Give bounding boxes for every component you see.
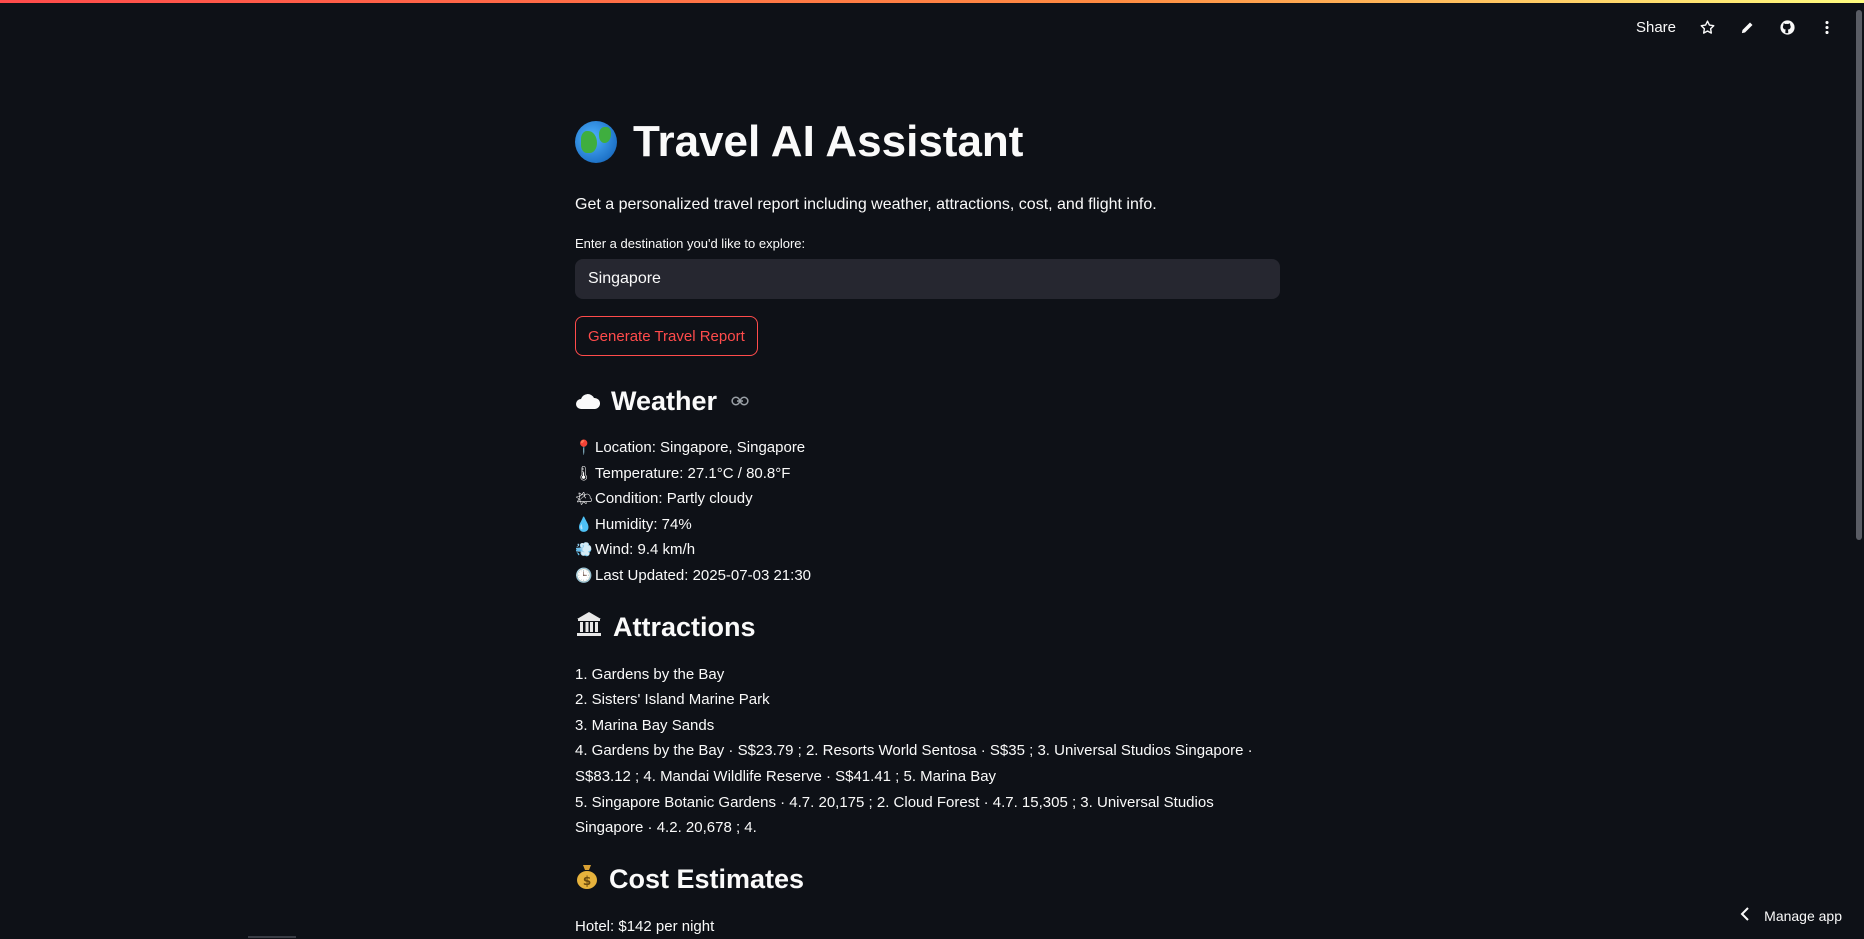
money-bag-icon: $: [575, 863, 599, 896]
share-button[interactable]: Share: [1636, 19, 1676, 36]
attractions-section: Attractions 1. Gardens by the Bay 2. Sis…: [575, 611, 1280, 841]
weather-temperature: 🌡Temperature: 27.1°C / 80.8°F: [575, 461, 1280, 487]
attractions-heading-text: Attractions: [613, 612, 756, 643]
manage-app-button[interactable]: Manage app: [1740, 907, 1842, 924]
destination-input[interactable]: [575, 259, 1280, 299]
attraction-item: 4. Gardens by the Bay · S$23.79 ; 2. Res…: [575, 738, 1280, 789]
clock-icon: 🕒: [575, 563, 591, 589]
destination-label: Enter a destination you'd like to explor…: [575, 236, 1280, 251]
museum-icon: [575, 611, 603, 644]
weather-humidity: 💧Humidity: 74%: [575, 512, 1280, 538]
weather-condition: 🌤Condition: Partly cloudy: [575, 486, 1280, 512]
pencil-icon[interactable]: [1738, 18, 1756, 36]
weather-wind: 💨Wind: 9.4 km/h: [575, 537, 1280, 563]
anchor-link-icon[interactable]: [731, 391, 749, 412]
hotel-cost: Hotel: $142 per night: [575, 914, 1280, 939]
cost-heading-text: Cost Estimates: [609, 864, 804, 895]
attraction-item: 5. Singapore Botanic Gardens · 4.7. 20,1…: [575, 790, 1280, 841]
weather-section: Weather 📍Location: Singapore, Singapore …: [575, 386, 1280, 589]
cost-section: $ Cost Estimates Hotel: $142 per night: [575, 863, 1280, 939]
attraction-item: 2. Sisters' Island Marine Park: [575, 687, 1280, 713]
chevron-left-icon: [1740, 907, 1750, 924]
globe-icon: [575, 121, 617, 163]
page-title-text: Travel AI Assistant: [633, 117, 1023, 167]
weather-updated: 🕒Last Updated: 2025-07-03 21:30: [575, 563, 1280, 589]
sun-cloud-icon: 🌤: [575, 486, 591, 512]
top-decoration-bar: [0, 0, 1864, 3]
wind-icon: 💨: [575, 537, 591, 563]
app-toolbar: Share: [1636, 18, 1836, 36]
weather-location: 📍Location: Singapore, Singapore: [575, 435, 1280, 461]
droplet-icon: 💧: [575, 512, 591, 538]
weather-heading: Weather: [575, 386, 1280, 417]
more-vert-icon[interactable]: [1818, 18, 1836, 36]
thermometer-icon: 🌡: [575, 461, 591, 487]
manage-app-label: Manage app: [1764, 908, 1842, 924]
page-scrollbar[interactable]: [1856, 10, 1862, 540]
cost-heading: $ Cost Estimates: [575, 863, 1280, 896]
svg-text:$: $: [583, 874, 591, 888]
attraction-item: 3. Marina Bay Sands: [575, 713, 1280, 739]
generate-report-button[interactable]: Generate Travel Report: [575, 316, 758, 356]
attraction-item: 1. Gardens by the Bay: [575, 662, 1280, 688]
main-content: Travel AI Assistant Get a personalized t…: [575, 110, 1280, 939]
page-subtitle: Get a personalized travel report includi…: [575, 196, 1280, 214]
pin-icon: 📍: [575, 435, 591, 461]
page-title: Travel AI Assistant: [575, 110, 1280, 174]
weather-heading-text: Weather: [611, 386, 717, 417]
attractions-heading: Attractions: [575, 611, 1280, 644]
star-icon[interactable]: [1698, 18, 1716, 36]
github-icon[interactable]: [1778, 18, 1796, 36]
cloud-icon: [575, 386, 601, 417]
